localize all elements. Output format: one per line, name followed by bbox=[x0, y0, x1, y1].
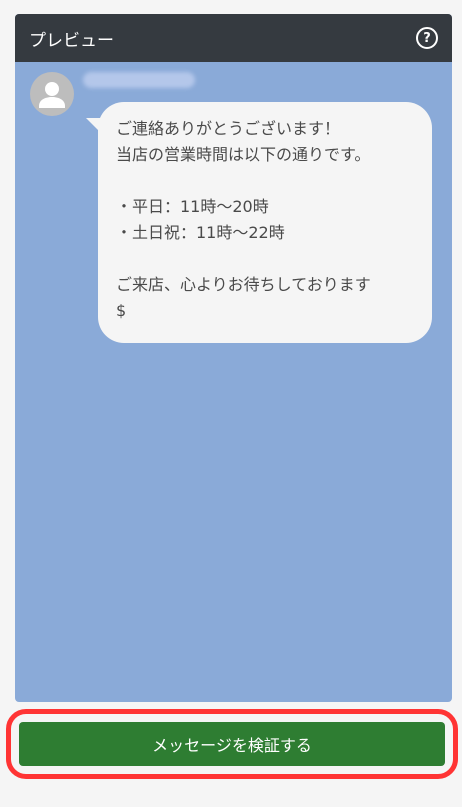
preview-header: プレビュー ? bbox=[15, 14, 452, 62]
help-icon[interactable]: ? bbox=[416, 27, 438, 49]
user-avatar-icon bbox=[30, 72, 74, 116]
sender-name-redacted bbox=[83, 72, 195, 88]
highlight-outline: メッセージを検証する bbox=[6, 709, 458, 779]
chat-area: ご連絡ありがとうございます！ 当店の営業時間は以下の通りです。 ・平日：11時〜… bbox=[15, 62, 452, 702]
preview-panel: プレビュー ? ご連絡ありがとうございます！ 当店の営業時間は以下の通りです。 … bbox=[15, 14, 452, 702]
verify-message-button[interactable]: メッセージを検証する bbox=[19, 722, 445, 766]
preview-title: プレビュー bbox=[29, 30, 114, 51]
message-bubble: ご連絡ありがとうございます！ 当店の営業時間は以下の通りです。 ・平日：11時〜… bbox=[98, 102, 432, 343]
